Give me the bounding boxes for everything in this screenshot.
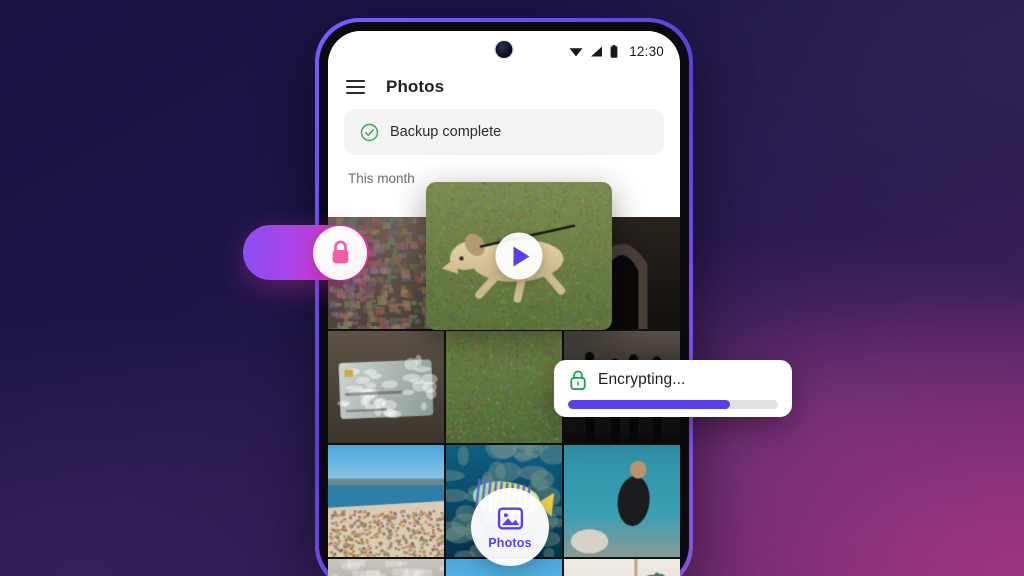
encryption-toggle-pill[interactable] [243, 225, 369, 280]
lock-closed-icon [568, 369, 588, 391]
battery-icon [610, 45, 618, 58]
status-bar-icons: 12:30 [569, 44, 664, 59]
play-triangle-icon [513, 246, 529, 266]
play-button[interactable] [496, 233, 543, 280]
image-picture-icon [497, 505, 524, 532]
app-bar: Photos [328, 71, 680, 109]
toggle-knob [313, 226, 367, 280]
encrypting-toast-row: Encrypting... [568, 369, 778, 391]
grid-item-plants-shelf-photo[interactable] [564, 559, 680, 576]
encrypting-toast-text: Encrypting... [598, 371, 685, 389]
grid-item-credit-card-photo[interactable] [328, 331, 444, 443]
hamburger-menu-icon[interactable] [346, 80, 365, 94]
encrypting-toast: Encrypting... [554, 360, 792, 417]
front-camera-punch-hole-icon [496, 41, 513, 58]
grid-item-beach-coast-photo[interactable] [328, 445, 444, 557]
photos-fab-button[interactable]: Photos [471, 488, 549, 566]
wifi-icon [569, 46, 583, 57]
check-circle-icon [360, 123, 379, 142]
status-bar: 12:30 [328, 31, 680, 71]
grid-item-woman-seaside-photo[interactable] [564, 445, 680, 557]
encrypting-progress-fill [568, 400, 730, 409]
photos-fab-label: Photos [488, 536, 532, 550]
lock-closed-icon [328, 239, 353, 267]
encrypting-progress-track [568, 400, 778, 409]
cellular-signal-icon [590, 46, 603, 57]
grid-item-stone-texture-photo[interactable] [328, 559, 444, 576]
dog-running-video-thumbnail[interactable] [426, 182, 612, 330]
backup-status-text: Backup complete [390, 124, 501, 140]
backup-status-banner: Backup complete [344, 109, 664, 155]
status-bar-time: 12:30 [629, 44, 664, 59]
page-title: Photos [386, 77, 444, 97]
grid-item-grass-lawn-photo[interactable] [446, 331, 562, 443]
